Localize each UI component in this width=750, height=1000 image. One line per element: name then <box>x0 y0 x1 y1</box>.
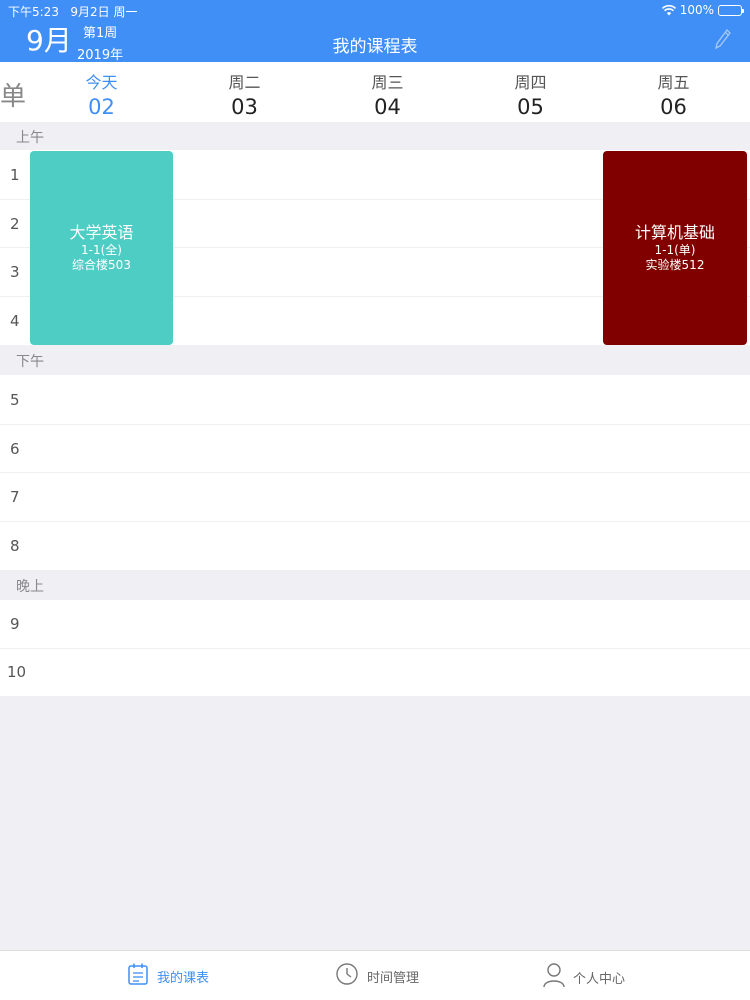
tab-label: 个人中心 <box>573 971 626 987</box>
status-date: 9月2日 周一 <box>70 5 138 19</box>
evening-block[interactable]: 9 10 <box>0 600 750 696</box>
course-room: 实验楼512 <box>645 258 705 272</box>
day-name: 周三 <box>371 73 404 92</box>
day-date: 02 <box>88 95 115 119</box>
course-card[interactable]: 计算机基础 1-1(单) 实验楼512 <box>603 151 747 345</box>
period-number: 7 <box>10 488 20 506</box>
tab-label: 我的课表 <box>157 970 210 986</box>
header-bar: 下午5:23 9月2日 周一 100% 9月 第1周 2019年 我的课程表 <box>0 0 750 63</box>
period-number: 4 <box>10 312 20 330</box>
person-icon <box>543 962 565 992</box>
row-divider <box>0 521 750 522</box>
afternoon-block[interactable]: 5 6 7 8 <box>0 375 750 570</box>
status-left: 下午5:23 9月2日 周一 <box>8 3 138 20</box>
day-column-wed[interactable]: 周三 04 <box>316 62 459 122</box>
clock-icon <box>335 962 359 990</box>
period-number: 9 <box>10 615 20 633</box>
tab-bar: 我的课表 时间管理 个人中心 <box>0 950 750 1000</box>
section-morning: 上午 <box>16 130 44 146</box>
battery-icon <box>718 4 744 16</box>
days-row: 单 今天 02 周二 03 周三 04 周四 05 周五 06 <box>0 62 750 122</box>
pencil-icon[interactable] <box>714 28 732 54</box>
day-name: 周四 <box>514 73 547 92</box>
day-column-fri[interactable]: 周五 06 <box>602 62 745 122</box>
day-name: 周二 <box>228 73 261 92</box>
period-number: 8 <box>10 537 20 555</box>
row-divider <box>0 472 750 473</box>
course-name: 计算机基础 <box>634 223 715 242</box>
section-afternoon: 下午 <box>16 354 44 370</box>
day-column-tue[interactable]: 周二 03 <box>173 62 316 122</box>
row-divider <box>0 648 750 649</box>
period-number: 1 <box>10 166 20 184</box>
tab-my-schedule[interactable]: 我的课表 <box>127 962 209 990</box>
battery-percent: 100% <box>679 3 714 17</box>
tab-time-management[interactable]: 时间管理 <box>335 962 419 990</box>
page-title: 我的课程表 <box>332 37 418 57</box>
course-room: 综合楼503 <box>72 258 131 272</box>
status-time: 下午5:23 <box>8 5 59 19</box>
period-number: 2 <box>10 215 20 233</box>
day-date: 03 <box>231 95 258 119</box>
course-weeks: 1-1(单) <box>654 243 696 257</box>
day-name: 周五 <box>657 73 690 92</box>
course-card[interactable]: 大学英语 1-1(全) 综合楼503 <box>30 151 173 345</box>
course-weeks: 1-1(全) <box>81 243 122 257</box>
period-number: 10 <box>7 663 27 681</box>
status-right: 100% <box>661 3 744 17</box>
section-evening: 晚上 <box>16 579 44 595</box>
course-name: 大学英语 <box>69 223 134 242</box>
day-date: 04 <box>374 95 401 119</box>
day-column-today[interactable]: 今天 02 <box>30 62 173 122</box>
day-name: 今天 <box>85 73 118 92</box>
day-column-thu[interactable]: 周四 05 <box>459 62 602 122</box>
day-date: 05 <box>517 95 544 119</box>
day-date: 06 <box>660 95 687 119</box>
row-divider <box>0 424 750 425</box>
tab-profile[interactable]: 个人中心 <box>543 962 625 992</box>
period-number: 3 <box>10 263 20 281</box>
calendar-icon <box>127 962 149 990</box>
period-number: 5 <box>10 391 20 409</box>
tab-label: 时间管理 <box>367 970 420 986</box>
week-mode-toggle[interactable]: 单 <box>0 76 30 113</box>
status-bar: 下午5:23 9月2日 周一 100% <box>0 0 750 20</box>
period-number: 6 <box>10 440 20 458</box>
wifi-icon <box>661 4 676 16</box>
